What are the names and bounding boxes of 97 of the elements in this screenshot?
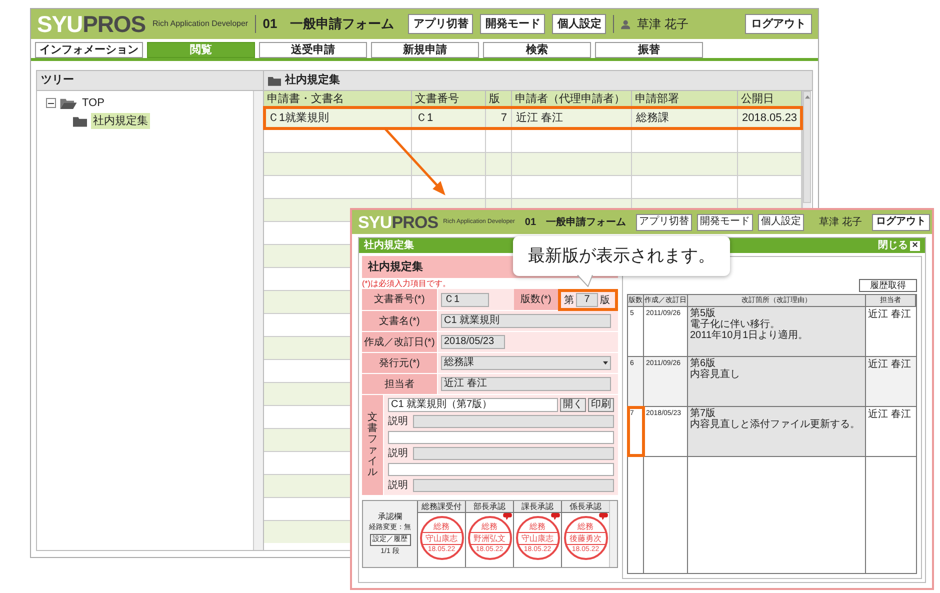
table-cell: 近江 春江 <box>512 107 632 129</box>
seal-name: 後藤勇次 <box>566 532 606 544</box>
reason-text: 2011年10月1日より適用。 <box>690 330 810 341</box>
app-logo: SYUPROS <box>358 214 438 230</box>
input-field[interactable]: C1 就業規則 <box>441 314 611 328</box>
file-field[interactable]: C1 就業規則（第7版） <box>388 398 558 412</box>
history-button[interactable]: 履歴取得 <box>859 279 917 292</box>
field-label: 文書番号(*) <box>362 289 438 311</box>
tree-item[interactable]: TOP <box>81 94 106 112</box>
header-button[interactable]: 個人設定 <box>552 14 606 34</box>
input-field[interactable]: Ｃ1 <box>441 292 489 306</box>
close-icon[interactable]: × <box>910 240 920 250</box>
seal-department: 総務 <box>434 522 450 532</box>
form-title: 01 一般申請フォーム <box>524 216 626 230</box>
stamp-header: 総務課受付 <box>418 501 465 513</box>
approval-title: 承認欄 <box>378 512 402 522</box>
logout-button[interactable]: ログアウト <box>872 214 930 230</box>
table-cell: 7 <box>486 107 512 129</box>
dropdown-value: 総務課 <box>444 357 474 369</box>
field-label: 説明 <box>388 414 409 428</box>
description-field[interactable] <box>413 446 614 460</box>
nav-tab[interactable]: 振替 <box>595 42 703 58</box>
header-button[interactable]: アプリ切替 <box>408 14 474 34</box>
description-field[interactable] <box>413 414 614 428</box>
edition-suffix: 版 <box>600 294 610 308</box>
field-label: 版数(*) <box>514 289 558 311</box>
file-button[interactable]: 開く <box>560 398 586 412</box>
seal-name: 野洲弘文 <box>470 532 510 544</box>
header-button[interactable]: 個人設定 <box>758 214 804 230</box>
seal-department: 総務 <box>578 522 594 532</box>
stamp-header: 係長承認 <box>562 501 609 513</box>
scrollbar[interactable] <box>253 91 263 550</box>
dropdown-caret-icon <box>603 361 608 365</box>
logout-button[interactable]: ログアウト <box>744 14 812 34</box>
nav-tab[interactable]: 新規申請 <box>371 42 479 58</box>
seal-name: 守山康志 <box>518 532 558 544</box>
collapse-toggle[interactable] <box>46 98 56 108</box>
input-field[interactable]: 近江 春江 <box>441 377 611 391</box>
reason-text: 第6版 <box>690 358 717 369</box>
table-cell-text: 近江 春江 <box>867 408 912 422</box>
tree-item[interactable]: 社内規定集 <box>91 112 150 130</box>
table-cell: Ｃ1 <box>412 107 486 129</box>
seal-department: 総務 <box>530 522 546 532</box>
user-name: 草津 花子 <box>637 16 688 33</box>
folder-icon <box>73 116 87 126</box>
panel-title: 社内規定集 <box>285 72 340 88</box>
header-button[interactable]: 開発モード <box>697 214 754 230</box>
field-label: 担当者 <box>362 374 438 395</box>
scroll-up-icon <box>804 95 810 99</box>
panel-title: ツリー <box>37 71 263 91</box>
table-cell-text: 近江 春江 <box>867 358 912 372</box>
input-field[interactable]: 7 <box>576 293 598 307</box>
folder-icon <box>60 98 77 108</box>
seal-name: 守山康志 <box>422 532 462 544</box>
file-button[interactable]: 印刷 <box>588 398 614 412</box>
close-button[interactable]: 閉じる × <box>878 240 920 250</box>
date-field[interactable]: 2018/05/23 <box>441 335 505 349</box>
field-label: 説明 <box>388 446 409 460</box>
app-tagline: Rich Application Developer <box>152 18 248 30</box>
table-cell-text: 近江 春江 <box>867 308 912 322</box>
table-cell: 2018.05.23 <box>738 107 802 129</box>
file-field[interactable] <box>388 462 614 476</box>
field-label: 発行元(*) <box>362 353 438 374</box>
reason-text: 第7版 <box>690 408 717 419</box>
scrollbar[interactable] <box>803 91 811 203</box>
nav-tab[interactable]: インフォメーション <box>35 42 143 58</box>
description-field[interactable] <box>413 478 614 492</box>
panel-title: 社内規定集 <box>364 240 414 250</box>
file-field[interactable] <box>388 430 614 444</box>
reason-text: 第5版 <box>690 308 717 319</box>
edition-prefix: 第 <box>564 294 574 308</box>
stamp-header: 課長承認 <box>514 501 561 513</box>
form-title: 01 一般申請フォーム <box>262 15 394 34</box>
table-cell: Ｃ1就業規則 <box>264 107 412 129</box>
required-note: (*)は必須入力項目です。 <box>362 278 450 289</box>
nav-tab[interactable]: 送受申請 <box>259 42 367 58</box>
field-label: 文書名(*) <box>362 311 438 332</box>
table-cell: 総務課 <box>632 107 738 129</box>
user-icon <box>620 18 630 30</box>
field-label: 作成／改訂日(*) <box>362 332 438 353</box>
close-label: 閉じる <box>878 240 908 250</box>
app-logo: SYUPROS <box>37 12 146 36</box>
section-label: 文書ファイル <box>368 412 378 478</box>
pointer-arrow <box>384 127 446 196</box>
field-label: 説明 <box>388 478 409 492</box>
reason-text: 内容見直しと添付ファイル更新する。 <box>690 419 861 430</box>
dropdown[interactable]: 総務課 <box>441 356 611 370</box>
header-button[interactable]: 開発モード <box>480 14 546 34</box>
header-button[interactable]: アプリ切替 <box>636 214 692 230</box>
stamp-header: 部長承認 <box>466 501 513 513</box>
user-name: 草津 花子 <box>819 216 862 230</box>
seal-department: 総務 <box>482 522 498 532</box>
reason-text: 内容見直し <box>690 369 741 380</box>
reason-text: 電子化に伴い移行。 <box>690 319 780 330</box>
nav-tab[interactable]: 検索 <box>483 42 591 58</box>
folder-icon <box>268 76 281 86</box>
table-row[interactable]: Ｃ1就業規則 Ｃ1 7 近江 春江 総務課 2018.05.23 <box>264 107 802 129</box>
